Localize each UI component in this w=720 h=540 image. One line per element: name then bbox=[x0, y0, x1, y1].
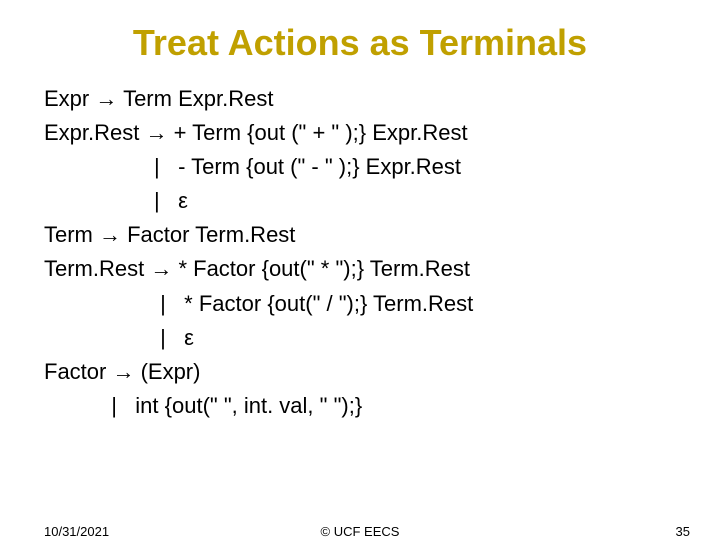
grammar-line: Term → Factor Term.Rest bbox=[44, 218, 690, 252]
grammar-line: Factor → (Expr) bbox=[44, 355, 690, 389]
grammar-line: Term.Rest → * Factor {out(" * ");} Term.… bbox=[44, 252, 690, 286]
footer-copyright: © UCF EECS bbox=[0, 524, 720, 539]
slide-title: Treat Actions as Terminals bbox=[0, 0, 720, 82]
grammar-line: | - Term {out (" - " );} Expr.Rest bbox=[44, 150, 690, 184]
footer-page-number: 35 bbox=[676, 524, 690, 539]
slide-body: Expr → Term Expr.Rest Expr.Rest → + Term… bbox=[0, 82, 720, 423]
slide: Treat Actions as Terminals Expr → Term E… bbox=[0, 0, 720, 540]
grammar-line: | * Factor {out(" / ");} Term.Rest bbox=[44, 287, 690, 321]
grammar-line: | ε bbox=[44, 184, 690, 218]
grammar-line: Expr.Rest → + Term {out (" + " );} Expr.… bbox=[44, 116, 690, 150]
grammar-line: Expr → Term Expr.Rest bbox=[44, 82, 690, 116]
grammar-line: | int {out(" ", int. val, " ");} bbox=[44, 389, 690, 423]
grammar-line: | ε bbox=[44, 321, 690, 355]
